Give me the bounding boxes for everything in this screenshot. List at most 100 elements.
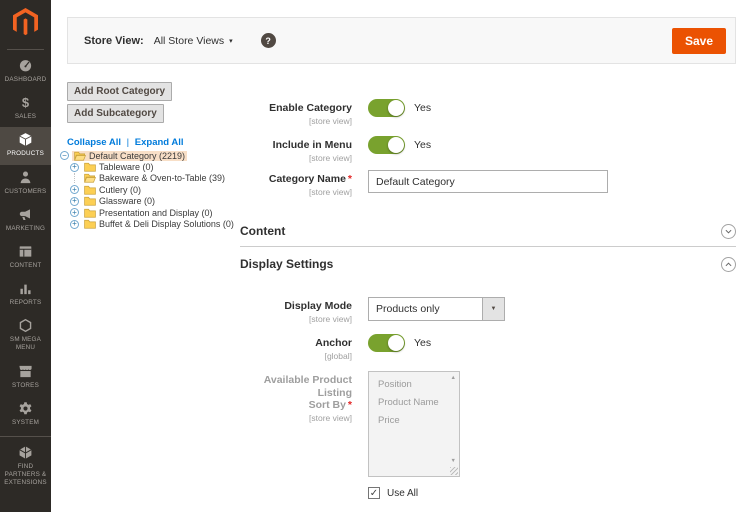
enable-category-toggle[interactable] — [368, 99, 405, 117]
add-root-category-button[interactable]: Add Root Category — [67, 82, 173, 101]
folder-icon — [84, 162, 96, 172]
sidebar-item-find-partners[interactable]: FIND PARTNERS & EXTENSIONS — [0, 435, 51, 494]
tree-node-label: Tableware (0) — [99, 162, 154, 173]
expand-all-link[interactable]: Expand All — [135, 137, 184, 148]
sidebar-item-dashboard[interactable]: DASHBOARD — [0, 53, 51, 90]
sidebar-item-label: CUSTOMERS — [4, 187, 47, 195]
marketing-megaphone-icon — [18, 207, 33, 222]
select-dropdown-button[interactable]: ▼ — [482, 298, 504, 320]
sidebar-item-label: FIND PARTNERS & EXTENSIONS — [4, 462, 47, 487]
category-tree: − Default Category (2219) + Tableware (0… — [60, 150, 236, 230]
display-mode-select[interactable]: Products only ▼ — [368, 297, 505, 321]
tree-node-cutlery[interactable]: + Cutlery (0) — [60, 184, 236, 195]
tree-node-glassware[interactable]: + Glassware (0) — [60, 196, 236, 207]
link-separator: | — [126, 137, 130, 148]
page-toolbar: Store View: All Store Views ▾ ? Save — [67, 17, 736, 64]
sidebar-divider — [7, 49, 44, 50]
toggle-state-text: Yes — [414, 337, 432, 349]
chevron-up-icon[interactable] — [721, 256, 736, 272]
tree-node-label: Bakeware & Oven-to-Table (39) — [99, 173, 226, 184]
category-name-row: Category Name * [store view] — [240, 170, 608, 197]
sidebar-item-marketing[interactable]: MARKETING — [0, 202, 51, 239]
add-subcategory-button[interactable]: Add Subcategory — [67, 104, 164, 123]
anchor-label: Anchor — [315, 337, 352, 349]
sort-option-price[interactable]: Price — [369, 412, 445, 430]
select-value: Products only — [376, 303, 440, 315]
expand-node-icon[interactable]: + — [70, 219, 79, 229]
tree-links: Collapse All | Expand All — [67, 137, 184, 148]
sort-by-row: Available Product Listing Sort By * [stor… — [240, 371, 460, 477]
expand-node-icon[interactable]: + — [70, 208, 79, 218]
save-button[interactable]: Save — [671, 27, 726, 54]
sidebar-item-label: SALES — [14, 113, 37, 121]
include-in-menu-row: Include in Menu [store view] Yes — [240, 136, 431, 163]
tree-node-label: Cutlery (0) — [99, 184, 142, 195]
sort-by-multiselect[interactable]: Position Product Name Price ▲ ▼ — [368, 371, 460, 477]
tree-node-label: Buffet & Deli Display Solutions (0) — [99, 219, 234, 230]
tree-node-tableware[interactable]: + Tableware (0) — [60, 161, 236, 172]
magento-logo-icon — [13, 8, 38, 36]
toggle-state-text: Yes — [414, 139, 432, 151]
help-icon[interactable]: ? — [260, 33, 276, 48]
section-header-display-settings[interactable]: Display Settings — [240, 250, 736, 278]
anchor-toggle[interactable] — [368, 334, 405, 352]
toggle-knob — [388, 335, 404, 351]
sidebar-item-products[interactable]: PRODUCTS — [0, 127, 51, 165]
scope-note: [store view] — [309, 152, 352, 163]
sidebar-item-label: SYSTEM — [11, 418, 40, 426]
tree-node-bakeware[interactable]: Bakeware & Oven-to-Table (39) — [60, 173, 236, 184]
expand-node-icon[interactable]: + — [70, 185, 79, 195]
resize-grip[interactable] — [450, 467, 458, 475]
caret-down-icon[interactable]: ▾ — [229, 37, 233, 45]
sidebar-item-sales[interactable]: $ SALES — [0, 90, 51, 127]
tree-line — [74, 173, 79, 184]
sidebar-item-label: PRODUCTS — [7, 150, 44, 158]
include-in-menu-label: Include in Menu — [272, 139, 352, 151]
include-in-menu-toggle[interactable] — [368, 136, 405, 154]
expand-node-icon[interactable]: + — [70, 196, 79, 206]
required-asterisk: * — [347, 173, 352, 185]
sidebar-item-label: MARKETING — [5, 224, 46, 232]
reports-barchart-icon — [18, 281, 33, 296]
tree-node-buffet[interactable]: + Buffet & Deli Display Solutions (0) — [60, 218, 236, 229]
scope-note: [store view] — [309, 412, 352, 423]
sidebar-item-reports[interactable]: REPORTS — [0, 276, 51, 313]
dashboard-icon — [18, 58, 33, 73]
toggle-knob — [388, 137, 404, 153]
collapse-all-link[interactable]: Collapse All — [67, 137, 121, 148]
sidebar-item-stores[interactable]: STORES — [0, 359, 51, 396]
anchor-row: Anchor [global] Yes — [240, 334, 431, 361]
tree-node-presentation[interactable]: + Presentation and Display (0) — [60, 207, 236, 218]
sidebar-item-sm-mega-menu[interactable]: SM MEGA MENU — [0, 313, 51, 358]
folder-icon — [84, 185, 96, 195]
sort-option-product-name[interactable]: Product Name — [369, 394, 445, 412]
category-name-input[interactable] — [368, 170, 608, 193]
sidebar-item-label: CONTENT — [9, 261, 42, 269]
scroll-up-icon[interactable]: ▲ — [451, 375, 456, 381]
magento-logo[interactable] — [13, 0, 38, 47]
caret-down-icon: ▼ — [490, 306, 497, 312]
sidebar-item-system[interactable]: SYSTEM — [0, 396, 51, 433]
expand-node-icon[interactable]: + — [70, 162, 79, 172]
display-mode-row: Display Mode [store view] Products only … — [240, 297, 505, 324]
sidebar-item-content[interactable]: CONTENT — [0, 239, 51, 276]
use-all-checkbox[interactable]: ✓ — [368, 487, 380, 499]
tree-node-default-category[interactable]: − Default Category (2219) — [60, 150, 236, 161]
toggle-knob — [388, 100, 404, 116]
tree-node-label: Presentation and Display (0) — [99, 207, 213, 218]
scroll-down-icon[interactable]: ▼ — [451, 458, 456, 464]
sidebar-item-customers[interactable]: CUSTOMERS — [0, 165, 51, 202]
folder-icon — [84, 219, 96, 229]
sales-icon: $ — [21, 95, 30, 111]
store-view-switcher[interactable]: All Store Views — [154, 35, 224, 47]
scope-note: [store view] — [309, 115, 352, 126]
use-all-row: ✓ Use All — [368, 487, 418, 499]
folder-icon — [84, 196, 96, 206]
sort-option-position[interactable]: Position — [369, 376, 445, 394]
tree-node-label: Glassware (0) — [99, 196, 156, 207]
hexagon-icon — [18, 318, 33, 333]
chevron-down-icon[interactable] — [721, 223, 736, 239]
section-header-content[interactable]: Content — [240, 216, 736, 247]
scope-note: [store view] — [309, 186, 352, 197]
collapse-node-icon[interactable]: − — [60, 151, 69, 161]
